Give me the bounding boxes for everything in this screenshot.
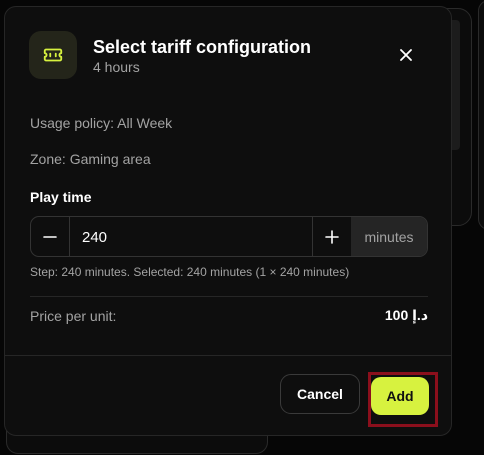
play-time-stepper: minutes: [30, 216, 428, 257]
minus-icon: [43, 235, 57, 238]
price-row: Price per unit: 100 د.إ: [30, 307, 428, 324]
dialog-titles: Select tariff configuration 4 hours: [93, 36, 311, 75]
step-hint: Step: 240 minutes. Selected: 240 minutes…: [30, 265, 350, 279]
ticket-icon: [29, 31, 77, 79]
play-time-input[interactable]: [70, 217, 312, 256]
usage-policy-text: Usage policy: All Week: [30, 115, 173, 131]
decrement-button[interactable]: [31, 217, 70, 256]
tariff-config-dialog: Select tariff configuration 4 hours Usag…: [4, 6, 452, 436]
play-time-label: Play time: [30, 189, 92, 205]
divider: [30, 296, 428, 297]
unit-label: minutes: [351, 217, 427, 256]
dialog-title: Select tariff configuration: [93, 36, 312, 57]
price-label: Price per unit:: [30, 307, 117, 324]
price-value: 100 د.إ: [384, 307, 428, 323]
close-icon: [400, 49, 412, 61]
background-card: [478, 0, 484, 230]
dialog-header: Select tariff configuration 4 hours: [29, 31, 311, 79]
zone-text: Zone: Gaming area: [30, 151, 151, 167]
plus-icon: [325, 229, 339, 244]
dialog-subtitle: 4 hours: [93, 58, 140, 75]
increment-button[interactable]: [312, 217, 351, 256]
add-button[interactable]: Add: [371, 377, 429, 415]
footer-divider: [5, 355, 451, 356]
close-button[interactable]: [395, 44, 417, 66]
cancel-button[interactable]: Cancel: [280, 374, 360, 414]
